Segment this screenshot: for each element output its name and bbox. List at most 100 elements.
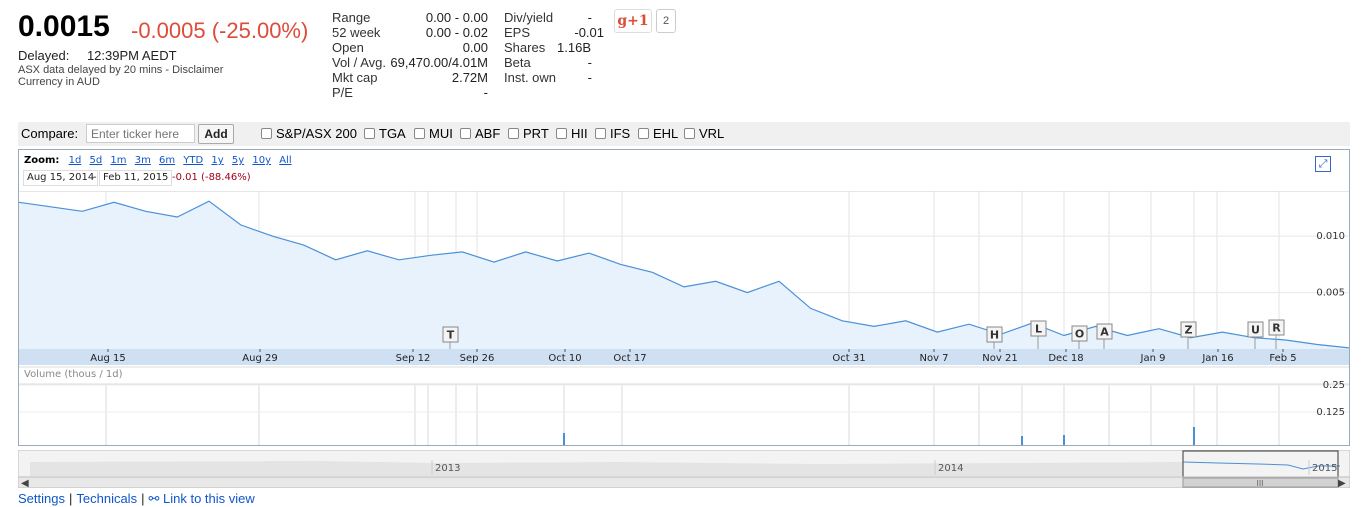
stat-row: Range 0.00 - 0.00 [332, 10, 532, 25]
volume-bar [563, 433, 565, 445]
stat-label: Range [332, 10, 371, 25]
x-tick-label: Oct 17 [613, 353, 646, 364]
compare-checkbox-prt[interactable]: PRT [508, 125, 549, 143]
navigator-year-label: 2013 [435, 463, 460, 474]
technicals-link[interactable]: Technicals [76, 491, 137, 506]
price: 0.0015 [18, 10, 110, 43]
add-button[interactable]: Add [198, 124, 234, 144]
stat-label: P/E [332, 85, 353, 100]
price-area-fill [19, 201, 1349, 349]
stat-value: - [587, 70, 592, 85]
compare-checkbox-tga[interactable]: TGA [364, 125, 406, 143]
x-tick-label: Oct 31 [832, 353, 865, 364]
x-tick-label: Nov 7 [919, 353, 948, 364]
x-tick-label: Feb 5 [1269, 353, 1296, 364]
navigator-year-label: 2015 [1312, 463, 1337, 474]
compare-bar: Compare: Add S&P/ASX 200 TGA MUI ABF PRT… [18, 122, 1350, 146]
stat-value: - [587, 55, 592, 70]
zoom-option-1y[interactable]: 1y [211, 155, 223, 166]
scroll-right-icon: ▶ [1338, 478, 1346, 488]
checkbox-icon [556, 128, 567, 140]
settings-link[interactable]: Settings [18, 491, 65, 506]
zoom-option-1d[interactable]: 1d [69, 155, 82, 166]
delayed-label: Delayed: [18, 48, 70, 63]
compare-checkbox-hii[interactable]: HII [556, 125, 588, 143]
volume-label: Volume (thous / 1d) [24, 369, 123, 380]
volume-tick-label: 0.125 [1316, 407, 1345, 418]
link-separator: | [141, 491, 145, 506]
chart-navigator[interactable]: 2013 2014 2015 III ◀ ▶ [18, 450, 1350, 488]
stat-value: - [483, 85, 488, 100]
x-tick-label: Dec 18 [1048, 353, 1083, 364]
zoom-option-5y[interactable]: 5y [232, 155, 244, 166]
checkbox-icon [364, 128, 375, 140]
stat-row: Beta - [504, 55, 592, 70]
compare-ticker-input[interactable] [86, 124, 195, 143]
zoom-option-all[interactable]: All [279, 155, 291, 166]
stat-row: Mkt cap 2.72M [332, 70, 532, 85]
stat-value: 0.00 - 0.02 [425, 25, 488, 40]
expand-icon[interactable]: ⤢ [1315, 156, 1331, 172]
y-tick-label: 0.010 [1316, 231, 1345, 242]
from-date-field[interactable]: Aug 15, 2014 [23, 170, 99, 186]
news-flag-label: U [1251, 324, 1260, 337]
news-flag-label: T [447, 329, 455, 342]
volume-bar [1193, 427, 1195, 445]
navigator-history-area [30, 461, 1183, 476]
stat-value: 69,470.00/4.01M [390, 55, 488, 70]
checkbox-label: S&P/ASX 200 [276, 126, 357, 141]
x-tick-label: Sep 26 [460, 353, 495, 364]
stat-value: -0.01 [574, 25, 604, 40]
checkbox-icon [595, 128, 606, 140]
date-range-separator: - [93, 172, 97, 183]
news-flag-label: L [1035, 323, 1042, 336]
price-chart[interactable]: 0.010 0.005 Aug 15 Aug 29 Sep 12 Sep 26 Oct 10… [19, 191, 1349, 445]
stat-label: Mkt cap [332, 70, 378, 85]
compare-checkbox-ifs[interactable]: IFS [595, 125, 630, 143]
delay-status: Delayed: 12:39PM AEDT [18, 48, 177, 63]
zoom-option-3m[interactable]: 3m [135, 155, 151, 166]
zoom-option-5d[interactable]: 5d [90, 155, 103, 166]
compare-checkbox-ehl[interactable]: EHL [638, 125, 678, 143]
compare-checkbox-abf[interactable]: ABF [460, 125, 500, 143]
zoom-option-6m[interactable]: 6m [159, 155, 175, 166]
link-separator: | [68, 491, 73, 506]
compare-checkbox-vrl[interactable]: VRL [684, 125, 724, 143]
stat-label: Shares [504, 40, 546, 55]
news-flag-label: A [1100, 326, 1109, 339]
zoom-option-1m[interactable]: 1m [110, 155, 126, 166]
currency-note: Currency in AUD [18, 76, 100, 88]
stat-value: - [587, 10, 592, 25]
stat-row: EPS -0.01 [504, 25, 604, 40]
volume-bar [1063, 435, 1065, 445]
zoom-option-ytd[interactable]: YTD [183, 155, 203, 166]
plus-one-count: 2 [656, 9, 676, 33]
data-notes: ASX data delayed by 20 mins - Disclaimer… [18, 64, 223, 88]
news-flag-label: R [1272, 322, 1281, 335]
stat-label: Inst. own [504, 70, 557, 85]
checkbox-label: PRT [523, 126, 549, 141]
x-tick-label: Jan 16 [1201, 353, 1233, 364]
link-to-view[interactable]: Link to this view [163, 491, 255, 506]
stat-value: 0.00 - 0.00 [425, 10, 488, 25]
price-change: -0.0005 (-25.00%) [131, 18, 309, 43]
stat-label: 52 week [332, 25, 381, 40]
compare-checkbox-mui[interactable]: MUI [414, 125, 453, 143]
checkbox-label: HII [571, 126, 588, 141]
stat-row: P/E - [332, 85, 532, 100]
compare-checkbox-asx200[interactable]: S&P/ASX 200 [261, 125, 357, 143]
x-tick-label: Aug 29 [242, 353, 277, 364]
x-tick-label: Sep 12 [396, 353, 431, 364]
stat-row: Shares 1.16B [504, 40, 591, 55]
to-date-field[interactable]: Feb 11, 2015 [99, 170, 173, 186]
checkbox-icon [261, 128, 272, 140]
google-plus-button[interactable]: g+1 [614, 9, 652, 33]
zoom-option-10y[interactable]: 10y [252, 155, 271, 166]
delay-disclaimer[interactable]: ASX data delayed by 20 mins - Disclaimer [18, 64, 223, 76]
volume-bar [1021, 436, 1023, 445]
navigator-scrollbar-track [18, 476, 1350, 488]
checkbox-label: VRL [699, 126, 725, 141]
checkbox-label: IFS [610, 126, 631, 141]
stat-row: Vol / Avg. 69,470.00/4.01M [332, 55, 532, 70]
stat-row: 52 week 0.00 - 0.02 [332, 25, 532, 40]
